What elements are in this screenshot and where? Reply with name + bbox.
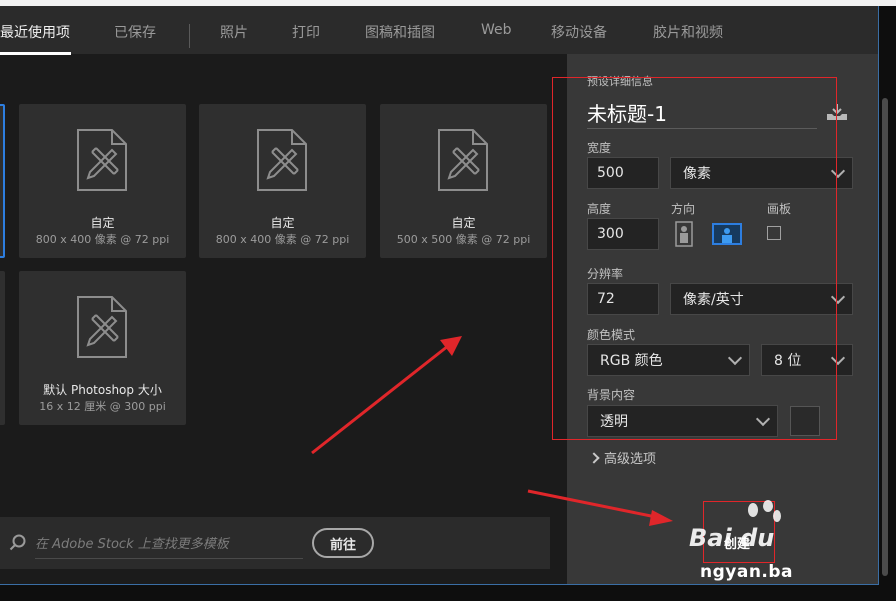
height-input[interactable]: 300 — [587, 218, 659, 250]
advanced-options-toggle[interactable]: 高级选项 — [588, 448, 657, 467]
tab-divider — [189, 24, 190, 48]
document-name-field[interactable]: 未标题-1 — [587, 96, 817, 129]
preset-card-selected-partial[interactable] — [0, 104, 5, 258]
background-label: 背景内容 — [587, 388, 636, 402]
background-select[interactable]: 透明 — [587, 405, 778, 437]
width-label: 宽度 — [587, 141, 612, 155]
stock-search-input[interactable] — [35, 530, 303, 559]
tab-saved[interactable]: 已保存 — [114, 22, 156, 42]
background-color-swatch[interactable] — [790, 406, 820, 436]
tab-photo[interactable]: 照片 — [220, 22, 248, 42]
resolution-input[interactable]: 72 — [587, 283, 659, 315]
document-icon — [257, 129, 307, 191]
tab-film-video[interactable]: 胶片和视频 — [653, 22, 723, 42]
tab-web[interactable]: Web — [481, 22, 512, 38]
height-label: 高度 — [587, 202, 612, 216]
watermark-logo: Bai du — [689, 524, 775, 552]
artboard-checkbox[interactable] — [767, 226, 781, 240]
preset-card[interactable]: 自定 500 x 500 像素 @ 72 ppi — [380, 104, 547, 258]
preset-card[interactable]: 默认 Photoshop 大小 16 x 12 厘米 @ 300 ppi — [19, 271, 186, 425]
width-unit-select[interactable]: 像素 — [670, 157, 853, 189]
preset-details-panel — [567, 54, 878, 584]
scrollbar[interactable] — [882, 98, 888, 576]
card-title: 默认 Photoshop 大小 — [43, 383, 162, 397]
card-title: 自定 — [270, 216, 295, 230]
resolution-label: 分辨率 — [587, 267, 624, 281]
go-button[interactable]: 前往 — [312, 528, 374, 558]
tab-print[interactable]: 打印 — [292, 22, 320, 42]
card-subtitle: 800 x 400 像素 @ 72 ppi — [215, 233, 350, 246]
chevron-right-icon — [588, 452, 600, 464]
chevron-down-icon — [755, 411, 771, 427]
document-icon — [438, 129, 488, 191]
preset-card-partial[interactable] — [0, 271, 5, 425]
artboard-label: 画板 — [767, 202, 792, 216]
card-title: 自定 — [90, 216, 115, 230]
landscape-orientation-icon[interactable] — [712, 221, 742, 247]
tab-art-illustration[interactable]: 图稿和插图 — [365, 22, 435, 42]
advanced-options-label: 高级选项 — [604, 452, 657, 467]
color-mode-label: 颜色模式 — [587, 328, 636, 342]
resolution-unit-value: 像素/英寸 — [683, 292, 744, 308]
chevron-down-icon — [830, 289, 846, 305]
save-preset-icon[interactable] — [826, 103, 848, 121]
tab-recent[interactable]: 最近使用项 — [0, 22, 70, 42]
preset-details-header: 预设详细信息 — [587, 75, 653, 88]
search-icon — [9, 534, 26, 551]
card-title: 自定 — [451, 216, 476, 230]
portrait-orientation-icon[interactable] — [671, 221, 697, 247]
chevron-down-icon — [830, 163, 846, 179]
card-subtitle: 500 x 500 像素 @ 72 ppi — [396, 233, 531, 246]
bit-depth-select[interactable]: 8 位 — [761, 344, 853, 376]
watermark-text: ngyan.ba — [700, 562, 794, 582]
preset-card[interactable]: 自定 800 x 400 像素 @ 72 ppi — [199, 104, 366, 258]
width-input[interactable]: 500 — [587, 157, 659, 189]
preset-card[interactable]: 自定 800 x 400 像素 @ 72 ppi — [19, 104, 186, 258]
active-tab-indicator — [0, 52, 71, 55]
resolution-unit-select[interactable]: 像素/英寸 — [670, 283, 853, 315]
card-subtitle: 800 x 400 像素 @ 72 ppi — [35, 233, 170, 246]
document-icon — [77, 296, 127, 358]
background-value: 透明 — [600, 414, 628, 430]
chevron-down-icon — [727, 350, 743, 366]
tab-mobile[interactable]: 移动设备 — [551, 22, 607, 42]
orientation-label: 方向 — [671, 202, 696, 216]
document-icon — [77, 129, 127, 191]
category-tabs: 最近使用项 已保存 照片 打印 图稿和插图 Web 移动设备 胶片和视频 — [0, 6, 878, 55]
chevron-down-icon — [830, 350, 846, 366]
color-mode-value: RGB 颜色 — [600, 353, 663, 369]
bit-depth-value: 8 位 — [774, 353, 802, 369]
card-subtitle: 16 x 12 厘米 @ 300 ppi — [39, 400, 166, 413]
width-unit-value: 像素 — [683, 166, 711, 182]
color-mode-select[interactable]: RGB 颜色 — [587, 344, 750, 376]
